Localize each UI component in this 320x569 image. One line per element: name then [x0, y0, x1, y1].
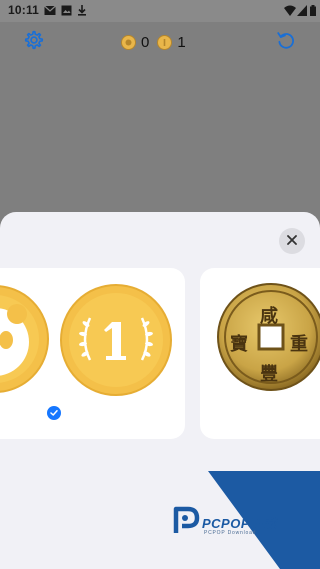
toolbar: 0 1 [0, 22, 320, 62]
wifi-icon [284, 5, 296, 19]
signal-icon [297, 5, 307, 19]
mail-icon [44, 5, 56, 19]
panda-coin[interactable] [0, 284, 50, 399]
one-coin[interactable] [60, 284, 172, 401]
cash-coin-char-left: 寶 [230, 334, 248, 355]
reset-button[interactable] [274, 30, 298, 54]
watermark-subtext: PCPOP Download [204, 530, 257, 536]
coin-one-icon [157, 34, 173, 50]
coin-badge-icon [121, 34, 136, 50]
settings-button[interactable] [22, 30, 46, 54]
battery-icon [310, 5, 316, 19]
selected-check-icon [47, 406, 61, 420]
coin-picker-sheet: 咸 豐 重 寶 PCPOP下载 PCPOP Download [0, 212, 320, 569]
status-bar: 10:11 [0, 0, 320, 22]
image-icon [61, 5, 72, 19]
status-time: 10:11 [8, 3, 40, 17]
cash-coin-char-bottom: 豐 [260, 364, 278, 385]
counter-value-0: 0 [141, 33, 150, 51]
counter-value-1: 1 [177, 33, 186, 51]
coin-card[interactable] [0, 268, 185, 439]
refresh-icon [275, 29, 297, 56]
download-icon [77, 5, 87, 19]
coin-card[interactable]: 咸 豐 重 寶 [200, 268, 320, 439]
close-button[interactable] [279, 228, 305, 254]
cash-coin-char-right: 重 [290, 334, 308, 355]
cash-coin-char-top: 咸 [260, 306, 278, 327]
gear-icon [23, 29, 45, 56]
watermark-logo-icon [172, 505, 200, 540]
close-icon [287, 232, 297, 250]
coin-counters: 0 1 [121, 32, 194, 52]
